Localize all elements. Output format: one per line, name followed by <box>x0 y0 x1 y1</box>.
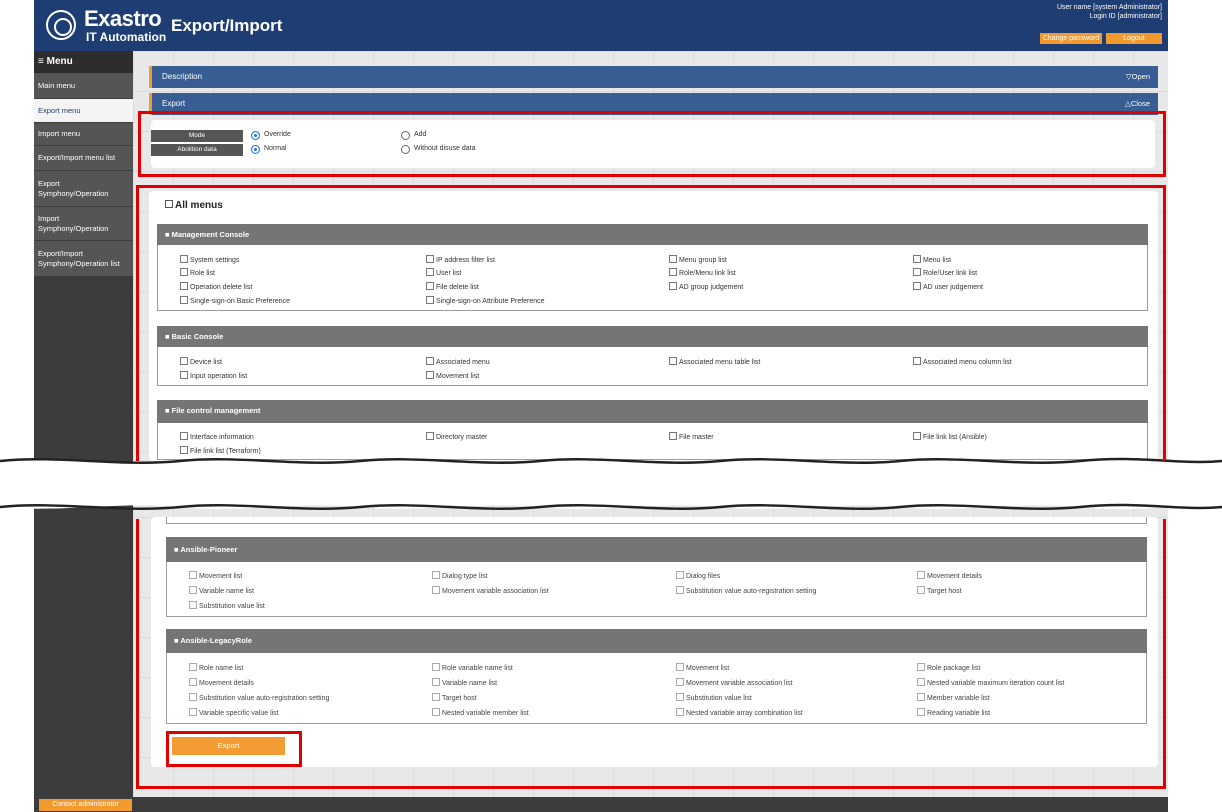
sidebar-item-main-menu[interactable]: Main menu <box>34 73 133 99</box>
footer-bar <box>34 797 1168 812</box>
sidebar-item-import-symphony[interactable]: Import Symphony/Operation <box>34 207 133 241</box>
page-title: Export/Import <box>171 16 283 35</box>
login-id: Login ID [administrator] <box>1089 13 1162 20</box>
highlight-menu-list-top <box>136 185 1166 461</box>
user-name: User name [system Administrator] <box>1056 4 1162 11</box>
change-password-button[interactable]: Change password <box>1040 33 1102 44</box>
exastro-logo-icon <box>46 10 76 40</box>
contact-administrator-button[interactable]: Contact administrator <box>39 799 132 811</box>
sidebar-item-export-symphony[interactable]: Export Symphony/Operation <box>34 171 133 207</box>
highlight-mode-box <box>138 111 1166 177</box>
description-toggle[interactable]: ▽Open <box>1126 66 1150 88</box>
sidebar-item-import-menu[interactable]: Import menu <box>34 123 133 146</box>
sidebar-heading: ≡ Menu <box>34 51 133 73</box>
sidebar-item-export-menu[interactable]: Export menu <box>34 99 133 123</box>
sidebar-lower <box>34 517 133 797</box>
logout-button[interactable]: Logout <box>1106 33 1162 44</box>
sidebar-item-export-import-menu-list[interactable]: Export/Import menu list <box>34 146 133 171</box>
highlight-menu-list-bottom <box>136 519 1166 789</box>
description-bar[interactable]: Description ▽Open <box>149 66 1158 88</box>
logo-subtitle: IT Automation <box>86 30 167 44</box>
logo-name: Exastro <box>84 6 162 31</box>
sidebar-item-export-import-symphony-list[interactable]: Export/Import Symphony/Operation list <box>34 241 133 277</box>
